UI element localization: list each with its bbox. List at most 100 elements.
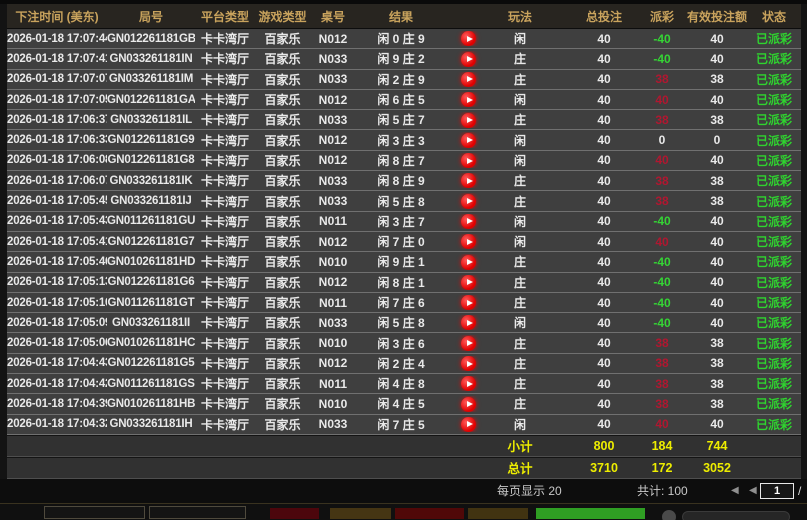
game-type: 百家乐 [255,111,310,128]
bet-time: 2026-01-18 17:04:32 [7,418,107,430]
total-bet: 40 [549,275,637,289]
table-number: N012 [310,356,356,370]
platform-type: 卡卡湾厅 [195,193,255,210]
play-video-button[interactable] [446,153,491,168]
round-id: GN033261181IN [107,53,195,65]
table-row: 2026-01-18 17:04:32 GN033261181IH 卡卡湾厅 百… [7,415,801,435]
result-score: 闲 8 庄 1 [356,274,446,291]
bet-side: 庄 [491,294,549,311]
play-icon [461,356,476,371]
play-video-button[interactable] [446,254,491,269]
play-video-button[interactable] [446,417,491,432]
bet-side: 闲 [491,132,549,149]
table-number: N033 [310,174,356,188]
valid-bet: 40 [687,214,747,228]
play-video-button[interactable] [446,92,491,107]
play-video-button[interactable] [446,295,491,310]
valid-bet: 38 [687,174,747,188]
play-video-button[interactable] [446,356,491,371]
platform-type: 卡卡湾厅 [195,30,255,47]
header-valid-bet: 有效投注额 [687,8,747,25]
play-video-button[interactable] [446,315,491,330]
payout-amount: -40 [637,316,687,330]
play-video-button[interactable] [446,132,491,147]
bet-side: 闲 [491,416,549,433]
total-label: 总计 [491,458,549,477]
table-number: N012 [310,133,356,147]
table-number: N033 [310,417,356,431]
play-video-button[interactable] [446,275,491,290]
platform-type: 卡卡湾厅 [195,335,255,352]
play-icon [461,133,476,148]
total-bet: 40 [549,52,637,66]
play-video-button[interactable] [446,193,491,208]
play-video-button[interactable] [446,214,491,229]
payout-amount: 38 [637,174,687,188]
valid-bet: 40 [687,316,747,330]
table-number: N010 [310,336,356,350]
platform-type: 卡卡湾厅 [195,132,255,149]
play-video-button[interactable] [446,72,491,87]
prev-page-button[interactable]: ◀ [749,479,757,503]
table-row: 2026-01-18 17:05:06 GN010261181HC 卡卡湾厅 百… [7,333,801,353]
play-video-button[interactable] [446,335,491,350]
result-score: 闲 3 庄 3 [356,132,446,149]
status-badge: 已派彩 [747,213,801,230]
header-round-id: 局号 [107,8,195,25]
background-partial-ui [0,503,807,520]
table-row: 2026-01-18 17:07:05 GN012261181GA 卡卡湾厅 百… [7,90,801,110]
game-type: 百家乐 [255,91,310,108]
play-icon [461,417,476,432]
round-id: GN012261181G9 [107,134,195,146]
play-icon [461,336,476,351]
game-type: 百家乐 [255,335,310,352]
table-number: N010 [310,255,356,269]
page-number-input[interactable] [760,483,794,499]
valid-bet: 38 [687,397,747,411]
bet-time: 2026-01-18 17:06:33 [7,134,107,146]
bet-time: 2026-01-18 17:05:10 [7,297,107,309]
subtotal-payout: 184 [637,439,687,453]
round-id: GN033261181IL [107,114,195,126]
status-badge: 已派彩 [747,335,801,352]
total-payout: 172 [637,461,687,475]
bet-time: 2026-01-18 17:05:13 [7,276,107,288]
background-chat-input [682,511,790,520]
play-video-button[interactable] [446,396,491,411]
bet-side: 庄 [491,111,549,128]
status-badge: 已派彩 [747,50,801,67]
total-bet: 40 [549,32,637,46]
result-score: 闲 3 庄 6 [356,335,446,352]
table-row: 2026-01-18 17:04:39 GN010261181HB 卡卡湾厅 百… [7,394,801,414]
play-video-button[interactable] [446,31,491,46]
valid-bet: 38 [687,113,747,127]
play-video-button[interactable] [446,112,491,127]
play-video-button[interactable] [446,234,491,249]
payout-amount: -40 [637,52,687,66]
bet-side: 庄 [491,335,549,352]
game-type: 百家乐 [255,375,310,392]
result-score: 闲 5 庄 8 [356,193,446,210]
play-icon [461,72,476,87]
play-icon [461,275,476,290]
result-score: 闲 2 庄 9 [356,71,446,88]
bet-side: 闲 [491,152,549,169]
total-bet: 40 [549,113,637,127]
round-id: GN033261181IM [107,73,195,85]
round-id: GN011261181GU [107,215,195,227]
game-type: 百家乐 [255,213,310,230]
table-row: 2026-01-18 17:06:33 GN012261181G9 卡卡湾厅 百… [7,130,801,150]
total-bet: 40 [549,417,637,431]
first-page-button[interactable]: ◀ [731,479,739,503]
play-video-button[interactable] [446,173,491,188]
platform-type: 卡卡湾厅 [195,172,255,189]
valid-bet: 40 [687,296,747,310]
bet-side: 庄 [491,253,549,270]
table-row: 2026-01-18 17:05:41 GN012261181G7 卡卡湾厅 百… [7,232,801,252]
per-page-label: 每页显示 20 [497,479,562,503]
table-row: 2026-01-18 17:05:40 GN010261181HD 卡卡湾厅 百… [7,252,801,272]
play-video-button[interactable] [446,376,491,391]
bet-side: 庄 [491,274,549,291]
play-video-button[interactable] [446,51,491,66]
status-badge: 已派彩 [747,375,801,392]
